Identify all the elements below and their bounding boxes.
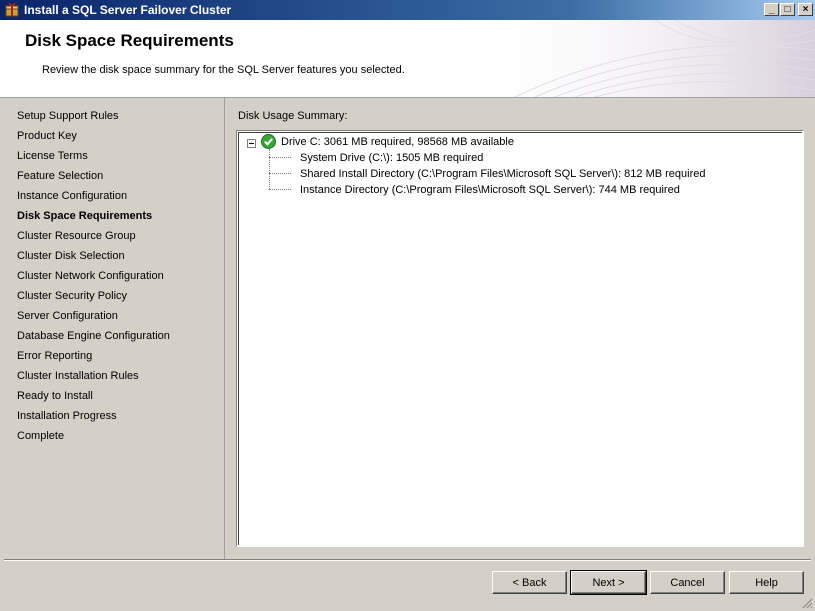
window-title: Install a SQL Server Failover Cluster xyxy=(24,3,232,17)
nav-step-error-reporting[interactable]: Error Reporting xyxy=(17,350,92,362)
nav-step-ready-to-install[interactable]: Ready to Install xyxy=(17,390,93,402)
button-bar-separator xyxy=(4,559,811,561)
nav-step-cluster-installation-rules[interactable]: Cluster Installation Rules xyxy=(17,370,139,382)
nav-step-installation-progress[interactable]: Installation Progress xyxy=(17,410,117,422)
next-button[interactable]: Next > xyxy=(570,570,647,595)
disk-usage-tree[interactable]: Drive C: 3061 MB required, 98568 MB avai… xyxy=(235,129,805,548)
installer-window: Install a SQL Server Failover Cluster _ … xyxy=(0,0,815,611)
nav-step-license-terms[interactable]: License Terms xyxy=(17,150,88,162)
wizard-steps-nav: Setup Support Rules Product Key License … xyxy=(4,98,225,560)
resize-grip-icon[interactable] xyxy=(801,597,813,609)
decorative-wave-graphic xyxy=(455,20,815,97)
tree-connector xyxy=(269,189,291,190)
nav-step-cluster-network-configuration[interactable]: Cluster Network Configuration xyxy=(17,270,164,282)
disk-usage-summary-label: Disk Usage Summary: xyxy=(238,110,348,122)
nav-step-disk-space-requirements[interactable]: Disk Space Requirements xyxy=(17,210,152,222)
page-header: Disk Space Requirements Review the disk … xyxy=(0,20,815,98)
back-button[interactable]: < Back xyxy=(492,571,567,594)
nav-step-product-key[interactable]: Product Key xyxy=(17,130,77,142)
tree-connector xyxy=(269,173,291,174)
cancel-button[interactable]: Cancel xyxy=(650,571,725,594)
nav-step-database-engine-configuration[interactable]: Database Engine Configuration xyxy=(17,330,170,342)
nav-step-feature-selection[interactable]: Feature Selection xyxy=(17,170,103,182)
nav-step-cluster-disk-selection[interactable]: Cluster Disk Selection xyxy=(17,250,125,262)
tree-node-drive-c[interactable]: Drive C: 3061 MB required, 98568 MB avai… xyxy=(281,136,514,148)
tree-node-shared-install-directory[interactable]: Shared Install Directory (C:\Program Fil… xyxy=(300,168,706,180)
setup-box-icon xyxy=(4,2,20,18)
help-button[interactable]: Help xyxy=(729,571,804,594)
collapse-toggle-icon[interactable] xyxy=(247,139,256,148)
nav-step-complete[interactable]: Complete xyxy=(17,430,64,442)
success-check-icon xyxy=(261,134,276,152)
nav-step-cluster-security-policy[interactable]: Cluster Security Policy xyxy=(17,290,127,302)
tree-view-inner: Drive C: 3061 MB required, 98568 MB avai… xyxy=(238,132,802,545)
page-title: Disk Space Requirements xyxy=(25,31,234,50)
nav-step-cluster-resource-group[interactable]: Cluster Resource Group xyxy=(17,230,136,242)
nav-step-server-configuration[interactable]: Server Configuration xyxy=(17,310,118,322)
close-button[interactable]: × xyxy=(798,3,813,16)
tree-connector-vertical xyxy=(269,149,270,189)
nav-step-instance-configuration[interactable]: Instance Configuration xyxy=(17,190,127,202)
tree-node-instance-directory[interactable]: Instance Directory (C:\Program Files\Mic… xyxy=(300,184,680,196)
nav-step-setup-support-rules[interactable]: Setup Support Rules xyxy=(17,110,119,122)
tree-connector xyxy=(269,157,291,158)
tree-node-system-drive[interactable]: System Drive (C:\): 1505 MB required xyxy=(300,152,483,164)
minimize-button[interactable]: _ xyxy=(764,3,779,16)
maximize-button[interactable]: □ xyxy=(780,3,795,16)
page-subtitle: Review the disk space summary for the SQ… xyxy=(42,64,405,76)
title-bar[interactable]: Install a SQL Server Failover Cluster _ … xyxy=(0,0,815,20)
